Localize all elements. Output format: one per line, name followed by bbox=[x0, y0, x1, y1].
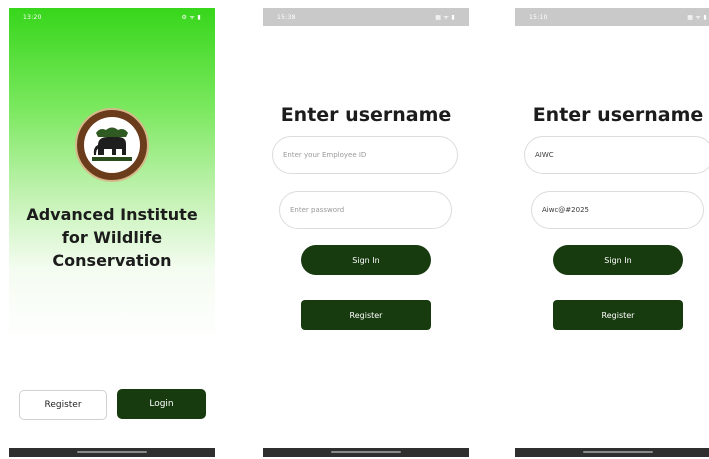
navigation-bar bbox=[263, 448, 469, 457]
employee-id-input[interactable]: Enter your Employee ID bbox=[272, 136, 458, 174]
home-indicator[interactable] bbox=[583, 451, 653, 453]
page-title: Enter username bbox=[280, 104, 452, 126]
page-title: Enter username bbox=[532, 104, 704, 126]
welcome-screen: 13:20 ⚙ ᯤ ▮ Advanced Institute for Wildl… bbox=[9, 8, 215, 457]
sign-in-button[interactable]: Sign In bbox=[553, 245, 683, 275]
status-icons: ⚙ ᯤ ▮ bbox=[181, 14, 201, 21]
title-line: Conservation bbox=[52, 251, 172, 270]
login-button[interactable]: Login bbox=[117, 389, 206, 419]
login-screen-empty: 15:38 ▦ ᯤ ▮ Enter username Enter your Em… bbox=[263, 8, 469, 457]
login-screen-filled: 15:10 ▦ ᯤ ▮ Enter username AIWC Aiwc@#20… bbox=[515, 8, 709, 457]
home-indicator[interactable] bbox=[331, 451, 401, 453]
navigation-bar bbox=[9, 448, 215, 457]
register-button[interactable]: Register bbox=[19, 390, 107, 420]
institute-logo bbox=[75, 108, 149, 182]
elephant-icon bbox=[92, 127, 132, 161]
navigation-bar bbox=[515, 448, 709, 457]
password-input[interactable]: Enter password bbox=[279, 191, 452, 229]
register-button[interactable]: Register bbox=[301, 300, 431, 330]
register-button[interactable]: Register bbox=[553, 300, 683, 330]
employee-id-value: AIWC bbox=[535, 151, 554, 159]
title-line: Advanced Institute bbox=[26, 205, 198, 224]
status-time: 15:38 bbox=[277, 13, 296, 21]
status-bar: 13:20 ⚙ ᯤ ▮ bbox=[9, 8, 215, 26]
status-bar: 15:10 ▦ ᯤ ▮ bbox=[515, 8, 709, 26]
status-icons: ▦ ᯤ ▮ bbox=[435, 14, 455, 21]
home-indicator[interactable] bbox=[77, 451, 147, 453]
title-line: for Wildlife bbox=[61, 228, 163, 247]
status-time: 15:10 bbox=[529, 13, 548, 21]
password-value: Aiwc@#2025 bbox=[542, 206, 589, 214]
password-placeholder: Enter password bbox=[290, 206, 345, 214]
sign-in-button[interactable]: Sign In bbox=[301, 245, 431, 275]
employee-id-input[interactable]: AIWC bbox=[524, 136, 709, 174]
status-icons: ▦ ᯤ ▮ bbox=[687, 14, 707, 21]
employee-id-placeholder: Enter your Employee ID bbox=[283, 151, 367, 159]
status-bar: 15:38 ▦ ᯤ ▮ bbox=[263, 8, 469, 26]
password-input[interactable]: Aiwc@#2025 bbox=[531, 191, 704, 229]
institute-title: Advanced Institute for Wildlife Conserva… bbox=[9, 204, 215, 273]
status-time: 13:20 bbox=[23, 13, 42, 21]
